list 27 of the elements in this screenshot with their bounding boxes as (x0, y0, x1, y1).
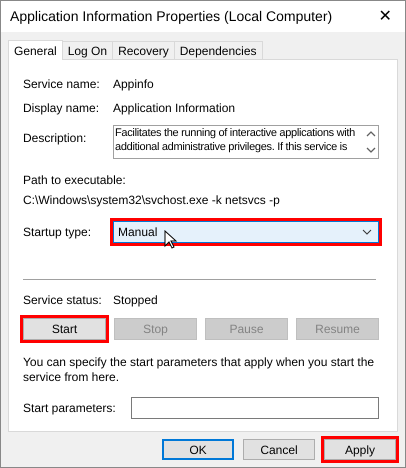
field-label: Service status: (23, 292, 103, 309)
close-button[interactable]: ✕ (365, 1, 405, 32)
tab[interactable]: Recovery (113, 41, 175, 59)
field-label: Service name: (23, 76, 101, 93)
dialog-button[interactable]: Apply (324, 439, 396, 460)
field-label: Path to executable: (23, 172, 127, 189)
tab[interactable]: Log On (62, 41, 114, 59)
dialog-button[interactable]: OK (162, 439, 234, 460)
tab[interactable]: General (8, 40, 63, 60)
field-value: Appinfo (113, 76, 154, 93)
start-parameters-field[interactable] (131, 397, 379, 419)
window-title: Application Information Properties (Local Computer) (10, 7, 332, 26)
path-value: C:\Windows\system32\svchost.exe -k netsvcs -p (23, 192, 281, 209)
status-value: Stopped (113, 292, 158, 309)
mouse-pointer-icon (164, 230, 178, 250)
field-value: Application Information (113, 100, 236, 117)
service-button[interactable]: Start (23, 318, 106, 340)
field-label: Description: (23, 130, 88, 147)
hint-text: You can specify the start parameters that apply when you start the service from here. (23, 355, 376, 385)
field-label: Startup type: (23, 224, 92, 241)
description-text: Facilitates the running of interactive applications with additional administrative privileges. If this service is (114, 126, 356, 155)
chevron-down-icon (362, 229, 372, 235)
field-label: Start parameters: (23, 400, 117, 417)
tab[interactable]: Dependencies (174, 41, 262, 59)
field-label: Display name: (23, 100, 100, 117)
dialog-button[interactable]: Cancel (243, 439, 315, 460)
description-box[interactable]: Facilitates the running of interactive applications with additional administrative privileges. If this service is (113, 125, 379, 159)
